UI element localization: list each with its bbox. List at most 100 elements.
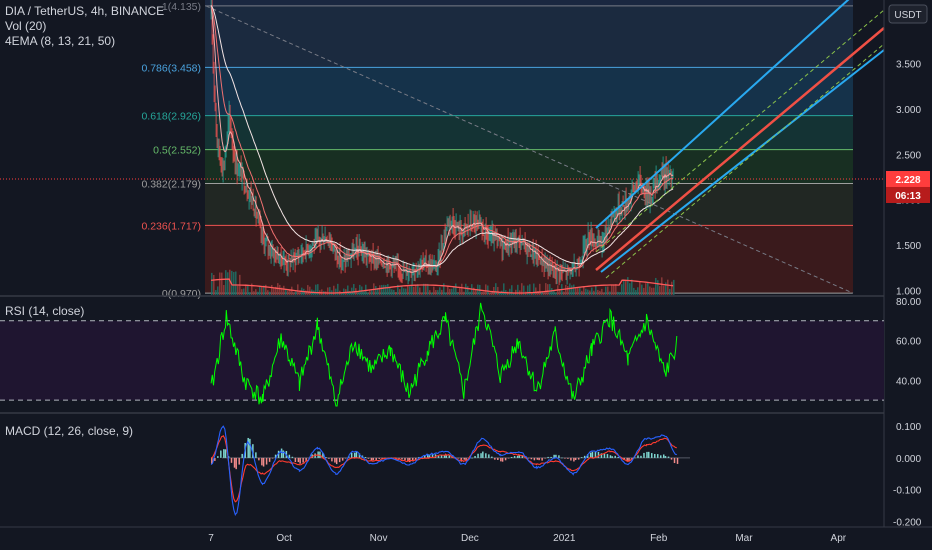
volume-bar xyxy=(221,272,223,295)
volume-bar xyxy=(493,286,495,295)
volume-bar xyxy=(503,283,505,295)
volume-bar xyxy=(583,286,585,295)
macd-histogram-bar xyxy=(463,457,466,460)
volume-bar xyxy=(539,283,541,295)
volume-bar xyxy=(555,292,557,295)
time-axis-label: Mar xyxy=(735,533,753,544)
volume-bar xyxy=(453,286,455,295)
volume-bar xyxy=(379,285,381,295)
volume-bar xyxy=(653,287,655,295)
volume-bar xyxy=(307,285,309,295)
volume-bar xyxy=(499,292,501,295)
macd-histogram-bar xyxy=(614,455,616,458)
macd-histogram-bar xyxy=(500,457,502,462)
macd-histogram-bar xyxy=(507,457,510,459)
rsi-axis-tick-label: 80.00 xyxy=(896,297,921,308)
rsi-band xyxy=(0,320,884,401)
price-axis-tick-label: 3.500 xyxy=(896,60,921,71)
macd-histogram-bar xyxy=(241,453,243,458)
volume-bar xyxy=(233,272,235,295)
price-axis-tick-label: 1.500 xyxy=(896,241,921,252)
volume-bar xyxy=(391,289,393,295)
volume-bar xyxy=(449,288,451,295)
volume-bar xyxy=(235,271,237,295)
macd-histogram-bar xyxy=(302,457,304,463)
macd-histogram-bar xyxy=(530,457,533,460)
volume-bar xyxy=(611,284,613,295)
time-axis-label: 2021 xyxy=(553,533,576,544)
volume-bar xyxy=(655,277,657,295)
macd-histogram-bar xyxy=(550,456,552,458)
price-axis-tick-label: 3.000 xyxy=(896,105,921,116)
macd-histogram-bar xyxy=(577,457,580,460)
volume-bar xyxy=(483,291,485,295)
volume-bar xyxy=(657,280,659,295)
volume-bar xyxy=(403,288,405,295)
volume-bar xyxy=(607,286,609,295)
macd-histogram-bar xyxy=(370,457,373,461)
macd-histogram-bar xyxy=(297,457,300,463)
macd-histogram-bar xyxy=(541,457,543,461)
fib-level-label: 0.786(3.458) xyxy=(141,62,201,74)
volume-bar xyxy=(321,289,323,295)
volume-bar xyxy=(661,277,663,295)
macd-histogram-bar xyxy=(606,454,609,458)
volume-bar xyxy=(443,283,445,295)
macd-histogram-bar xyxy=(518,455,521,458)
macd-histogram-bar xyxy=(664,456,667,458)
macd-histogram-bar xyxy=(504,457,507,461)
fib-level-label: 1(4.135) xyxy=(162,1,201,13)
volume-bar xyxy=(241,289,243,295)
volume-bar xyxy=(419,287,421,295)
volume-bar xyxy=(407,285,409,295)
volume-bar xyxy=(637,287,639,295)
time-axis-label: Apr xyxy=(831,533,847,544)
macd-histogram-bar xyxy=(643,452,645,458)
volume-bar xyxy=(421,292,423,295)
macd-histogram-bar xyxy=(233,457,236,468)
macd-histogram-bar xyxy=(299,457,301,464)
macd-histogram-bar xyxy=(580,457,583,458)
fib-level-label: 0.618(2.926) xyxy=(141,111,201,123)
volume-bar xyxy=(575,287,577,295)
volume-bar xyxy=(533,283,535,295)
volume-bar xyxy=(467,286,469,295)
volume-bar xyxy=(619,292,621,295)
volume-bar xyxy=(317,284,319,295)
volume-bar xyxy=(529,284,531,295)
volume-bar xyxy=(571,285,573,295)
volume-bar xyxy=(509,288,511,295)
volume-bar xyxy=(271,285,273,295)
macd-histogram-bar xyxy=(488,454,490,458)
macd-histogram-bar xyxy=(547,456,549,458)
macd-histogram-bar xyxy=(364,456,367,458)
fib-zone xyxy=(205,115,853,150)
volume-bar xyxy=(357,292,359,295)
volume-bar xyxy=(389,287,391,295)
volume-bar xyxy=(481,291,483,295)
legend-panel: DIA / TetherUS, 4h, BINANCE Vol (20) 4EM… xyxy=(5,4,164,49)
time-axis-label: Oct xyxy=(276,533,292,544)
volume-bar xyxy=(259,285,261,295)
volume-bar xyxy=(621,284,623,295)
volume-bar xyxy=(375,286,377,295)
macd-histogram-bar xyxy=(501,457,504,462)
macd-histogram-bar xyxy=(262,457,265,467)
macd-histogram-bar xyxy=(280,448,283,458)
volume-bar xyxy=(395,292,397,295)
volume-bar xyxy=(487,285,489,295)
chart-canvas[interactable]: 1(4.135) 0.786(3.458) 0.618(2.926) 0.5(2.55… xyxy=(0,0,932,550)
volume-bar xyxy=(255,289,257,295)
macd-histogram-bar xyxy=(401,457,403,460)
volume-bar xyxy=(445,292,447,295)
macd-histogram-bar xyxy=(561,457,563,459)
volume-bar xyxy=(329,287,331,295)
macd-histogram-bar xyxy=(611,456,613,458)
volume-bar xyxy=(399,289,401,295)
macd-histogram-bar xyxy=(648,451,650,458)
volume-bar xyxy=(563,291,565,295)
macd-histogram-bar xyxy=(367,457,370,459)
macd-histogram-bar xyxy=(574,457,577,461)
macd-histogram-bar xyxy=(591,451,594,458)
macd-histogram-bar xyxy=(268,457,271,462)
